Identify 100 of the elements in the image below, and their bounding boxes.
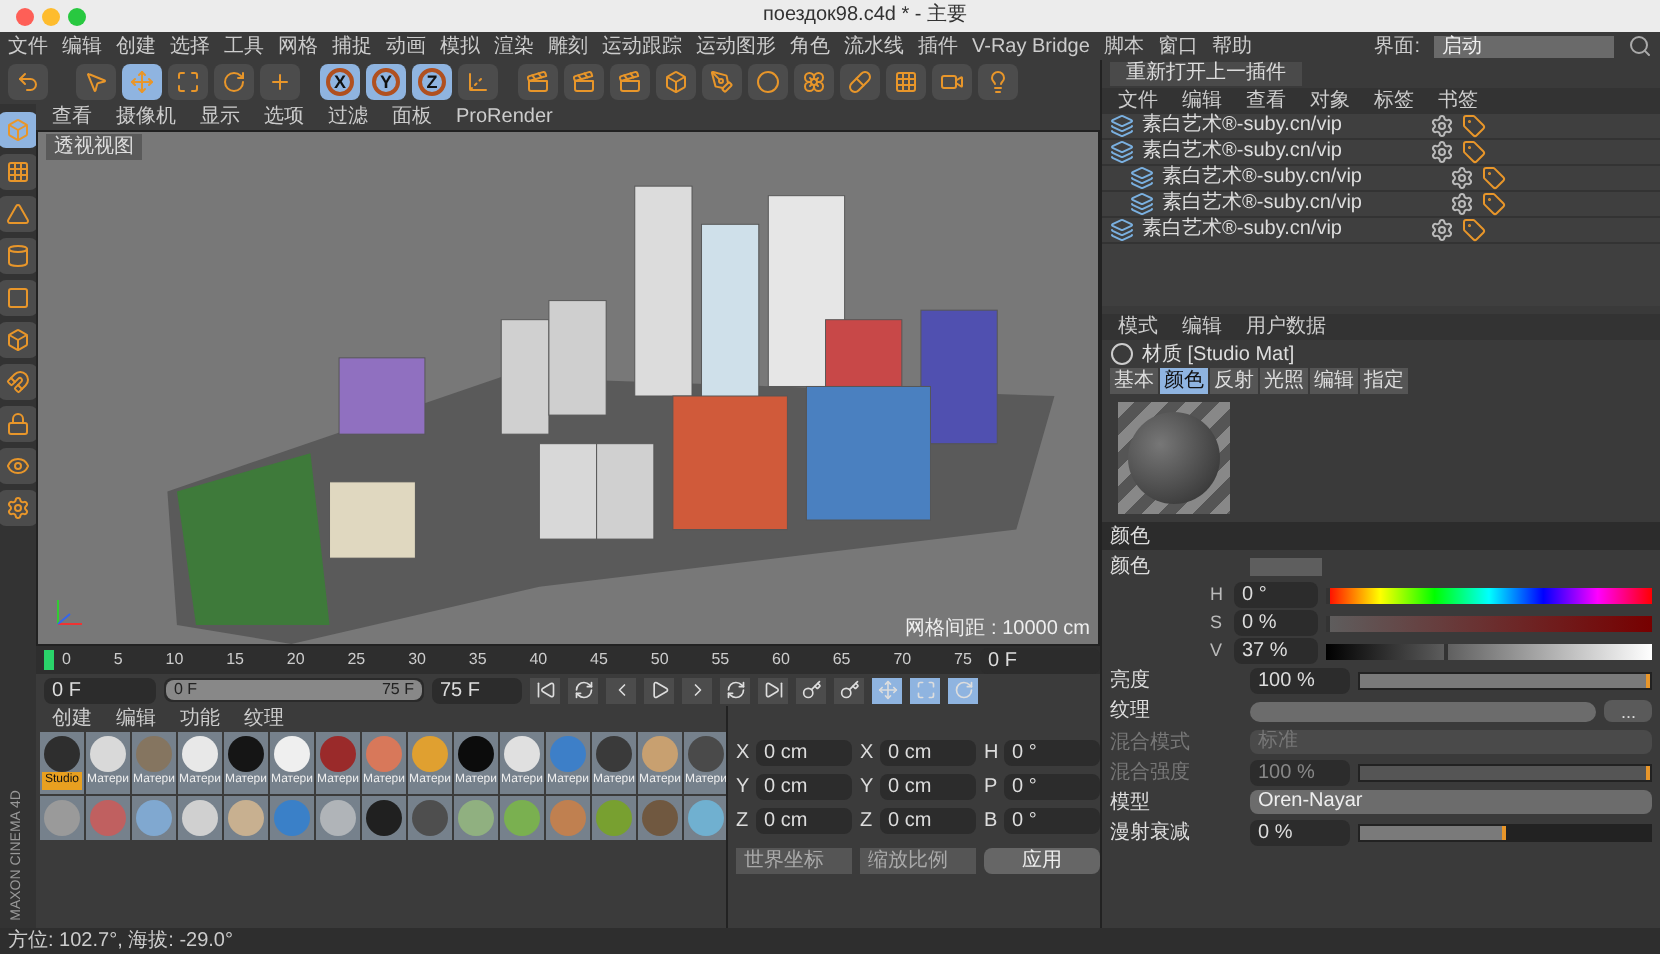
channel-value-field[interactable]: 0 ° — [1234, 582, 1318, 608]
hue-slider[interactable] — [1326, 587, 1652, 603]
capsule-button[interactable] — [840, 64, 880, 100]
menu-item[interactable]: 渲染 — [494, 33, 534, 59]
record-button[interactable] — [796, 677, 826, 703]
flower-button[interactable] — [794, 64, 834, 100]
attribute-tab[interactable]: 光照 — [1260, 368, 1308, 394]
coordinate-field[interactable]: 0 ° — [1004, 740, 1100, 766]
close-icon[interactable] — [16, 7, 34, 25]
menu-item[interactable]: 动画 — [386, 33, 426, 59]
menu-item[interactable]: 运动跟踪 — [602, 33, 682, 59]
slider-thumb[interactable] — [1444, 643, 1449, 659]
menu-item[interactable]: 模拟 — [440, 33, 480, 59]
material-menu-item[interactable]: 编辑 — [116, 706, 156, 732]
texture-field[interactable] — [1250, 701, 1597, 721]
loop-forward-button[interactable] — [720, 677, 750, 703]
param-value-field[interactable]: 100 % — [1250, 667, 1350, 693]
object-menu-item[interactable]: 编辑 — [1182, 88, 1222, 114]
menu-item[interactable]: 脚本 — [1103, 33, 1144, 59]
axis-button[interactable]: Y — [366, 64, 406, 100]
object-row[interactable]: 素白艺术®-suby.cn/vip — [1102, 114, 1660, 140]
select-tool-button[interactable] — [76, 64, 116, 100]
viewport[interactable]: 透视视图 网格间距 : 10000 cm — [36, 130, 1100, 646]
plugin-button[interactable]: 重新打开上一插件 — [1110, 62, 1302, 86]
menu-item[interactable]: 文件 — [8, 33, 48, 59]
coordinate-field[interactable]: 0 cm — [756, 774, 852, 800]
saturation-slider[interactable] — [1326, 615, 1652, 631]
menu-item[interactable]: 运动图形 — [696, 33, 776, 59]
lock-button[interactable] — [0, 406, 36, 442]
object-row[interactable]: 素白艺术®-suby.cn/vip — [1102, 166, 1660, 192]
object-menu-item[interactable]: 查看 — [1246, 88, 1286, 114]
cylinder-button[interactable] — [0, 238, 36, 274]
sphere-button[interactable] — [748, 64, 788, 100]
attribute-menu-item[interactable]: 用户数据 — [1246, 314, 1326, 340]
channel-value-field[interactable]: 0 % — [1234, 610, 1318, 636]
scale-key-button[interactable] — [910, 677, 940, 703]
viewport-menu-item[interactable]: 面板 — [392, 104, 432, 130]
layout-dropdown[interactable]: 启动 — [1434, 35, 1614, 57]
attribute-tab[interactable]: 反射 — [1210, 368, 1258, 394]
loop-back-button[interactable] — [568, 677, 598, 703]
attribute-tab[interactable]: 编辑 — [1310, 368, 1358, 394]
attribute-tab[interactable]: 基本 — [1110, 368, 1158, 394]
box-button[interactable] — [0, 322, 36, 358]
attribute-tab[interactable]: 颜色 — [1160, 368, 1208, 394]
coordinate-field[interactable]: 0 ° — [1004, 774, 1100, 800]
viewport-menu-item[interactable]: 查看 — [52, 104, 92, 130]
coordinate-field[interactable]: 0 cm — [880, 808, 976, 834]
dropdown[interactable]: Oren-Nayar — [1250, 790, 1652, 814]
param-slider[interactable] — [1358, 823, 1652, 841]
end-frame-field[interactable]: 75 F — [432, 677, 522, 703]
step-forward-button[interactable] — [682, 677, 712, 703]
start-frame-field[interactable]: 0 F — [44, 677, 156, 703]
pen-button[interactable] — [702, 64, 742, 100]
coordinate-field[interactable]: 0 cm — [756, 740, 852, 766]
object-row[interactable]: 素白艺术®-suby.cn/vip — [1102, 218, 1660, 244]
menu-item[interactable]: 插件 — [918, 33, 958, 59]
menu-item[interactable]: 创建 — [116, 33, 156, 59]
attribute-menu-item[interactable]: 模式 — [1118, 314, 1158, 340]
move-key-button[interactable] — [872, 677, 902, 703]
scale-tool-button[interactable] — [168, 64, 208, 100]
menu-item[interactable]: 工具 — [224, 33, 264, 59]
material-menu-item[interactable]: 创建 — [52, 706, 92, 732]
viewport-menu-item[interactable]: 过滤 — [328, 104, 368, 130]
gear-button[interactable] — [0, 490, 36, 526]
coordinate-field[interactable]: 0 ° — [1004, 808, 1100, 834]
param-value-field[interactable]: 0 % — [1250, 819, 1350, 845]
keyframe-button[interactable] — [834, 677, 864, 703]
attribute-tab[interactable]: 指定 — [1360, 368, 1408, 394]
color-swatch[interactable] — [1250, 557, 1322, 575]
checker-button[interactable] — [0, 154, 36, 190]
menu-item[interactable]: 帮助 — [1211, 33, 1252, 59]
menu-item[interactable]: 网格 — [278, 33, 318, 59]
plus-button[interactable] — [260, 64, 300, 100]
move-tool-button[interactable] — [122, 64, 162, 100]
viewport-menu-item[interactable]: 选项 — [264, 104, 304, 130]
timeline-ruler[interactable]: 0 5 10 15 20 25 30 35 40 45 50 55 60 65 70 75 — [54, 646, 980, 674]
undo-button[interactable] — [8, 64, 48, 100]
square-button[interactable] — [0, 280, 36, 316]
object-menu-item[interactable]: 标签 — [1374, 88, 1414, 114]
menu-item[interactable]: 窗口 — [1157, 33, 1198, 59]
skip-back-button[interactable] — [530, 677, 560, 703]
material-menu-item[interactable]: 功能 — [180, 706, 220, 732]
skip-forward-button[interactable] — [758, 677, 788, 703]
browse-button[interactable]: ... — [1604, 700, 1652, 722]
grid-button[interactable] — [886, 64, 926, 100]
attribute-menu-item[interactable]: 编辑 — [1182, 314, 1222, 340]
cube-button[interactable] — [656, 64, 696, 100]
axis-button[interactable]: Z — [412, 64, 452, 100]
coordinate-field[interactable]: 0 cm — [880, 774, 976, 800]
magnet-button[interactable] — [0, 364, 36, 400]
menu-item[interactable]: V-Ray Bridge — [972, 33, 1090, 59]
menu-item[interactable]: 选择 — [170, 33, 210, 59]
play-button[interactable] — [644, 677, 674, 703]
object-row[interactable]: 素白艺术®-suby.cn/vip — [1102, 192, 1660, 218]
range-fill[interactable]: 0 F 75 F — [166, 680, 422, 700]
apply-button[interactable]: 应用 — [984, 848, 1100, 874]
rotate-tool-button[interactable] — [214, 64, 254, 100]
light-bulb-button[interactable] — [978, 64, 1018, 100]
camera-button[interactable] — [932, 64, 972, 100]
clapperboard-button[interactable] — [564, 64, 604, 100]
